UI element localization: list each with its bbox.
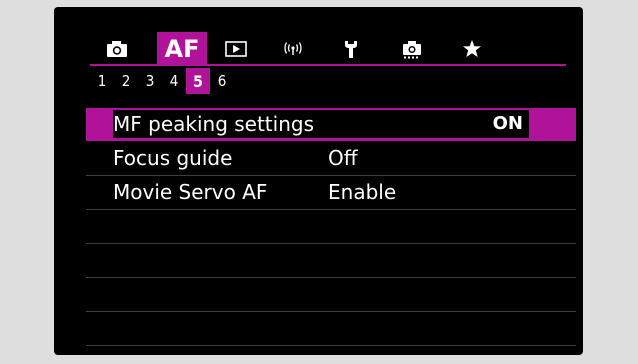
menu-item-label: MF peaking settings	[113, 112, 314, 136]
page-6[interactable]: 6	[210, 68, 234, 94]
tab-playback[interactable]	[222, 32, 250, 65]
tab-custom-functions[interactable]	[396, 32, 428, 65]
custom-mode-icon	[403, 40, 421, 58]
menu-item-value: ON	[492, 113, 523, 134]
menu-item-mf-peaking[interactable]: MF peaking settings ON	[86, 108, 576, 142]
tab-shooting[interactable]	[102, 32, 132, 65]
menu-item-empty	[86, 244, 576, 278]
menu-item-label: Movie Servo AF	[113, 180, 268, 204]
menu-item-empty	[86, 210, 576, 244]
page-3[interactable]: 3	[138, 68, 162, 94]
menu-item-label: Focus guide	[113, 146, 233, 170]
selection-highlight: MF peaking settings ON	[113, 110, 529, 138]
wireless-icon	[284, 41, 302, 55]
menu-item-value: Enable	[328, 180, 397, 204]
camera-screen: AF 1 2 3 4 5 6 MF peaking settings ON Fo…	[54, 7, 583, 355]
playback-icon	[225, 40, 247, 57]
page-4[interactable]: 4	[162, 68, 186, 94]
tab-af-label: AF	[164, 34, 200, 63]
tab-wireless[interactable]	[278, 32, 308, 65]
menu-tab-bar: AF	[90, 32, 540, 65]
wrench-icon	[345, 40, 357, 58]
camera-icon	[107, 40, 127, 57]
menu-list: MF peaking settings ON Focus guide Off M…	[86, 108, 576, 346]
page-2[interactable]: 2	[114, 68, 138, 94]
menu-item-focus-guide[interactable]: Focus guide Off	[86, 142, 576, 176]
tab-af[interactable]: AF	[157, 32, 207, 65]
star-icon	[463, 39, 481, 57]
tab-setup[interactable]	[337, 32, 365, 65]
menu-item-movie-servo-af[interactable]: Movie Servo AF Enable	[86, 176, 576, 210]
page-1[interactable]: 1	[90, 68, 114, 94]
menu-item-empty	[86, 278, 576, 312]
menu-item-value: Off	[328, 146, 358, 170]
page-indicator: 1 2 3 4 5 6	[90, 67, 390, 95]
tab-my-menu[interactable]	[458, 32, 486, 65]
tab-divider	[90, 64, 566, 66]
menu-item-empty	[86, 312, 576, 346]
page-5[interactable]: 5	[186, 68, 210, 94]
